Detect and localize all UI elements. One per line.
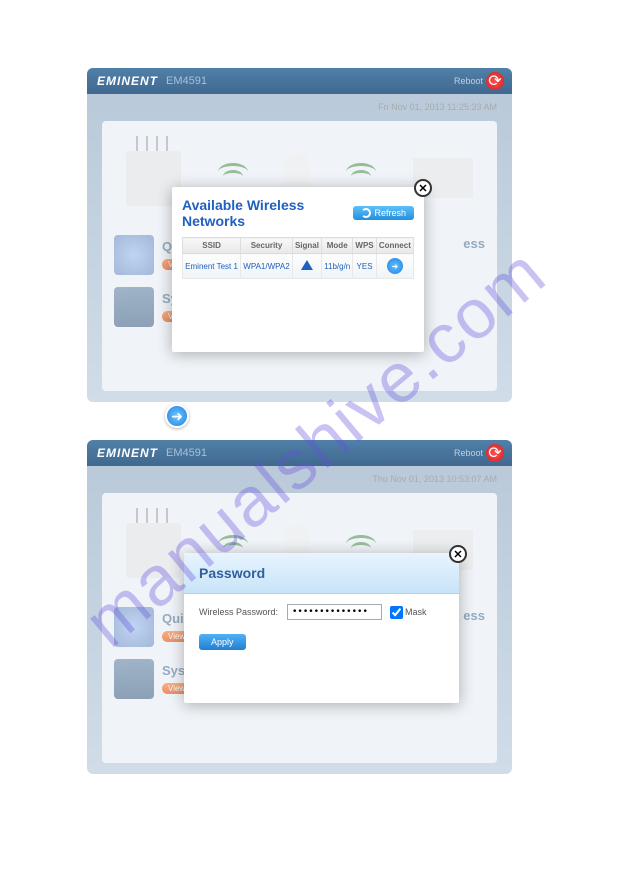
refresh-label: Refresh: [374, 208, 406, 218]
quick-tile[interactable]: Quic View: [114, 607, 191, 647]
cell-security: WPA1/WPA2: [241, 254, 293, 279]
mask-checkbox-label[interactable]: Mask: [390, 606, 427, 619]
header-ssid: SSID: [183, 238, 241, 254]
mask-label: Mask: [405, 607, 427, 617]
monitor-icon: [114, 659, 154, 699]
modal-header: Available Wireless Networks Refresh: [182, 197, 414, 229]
password-input[interactable]: [287, 604, 382, 620]
apply-button[interactable]: Apply: [199, 634, 246, 650]
wireless-label: ess: [463, 608, 485, 623]
reboot-label: Reboot: [454, 76, 483, 86]
header-mode: Mode: [322, 238, 353, 254]
window-header: EMINENT EM4591 Reboot ⟳: [87, 68, 512, 94]
password-row: Wireless Password: Mask: [199, 604, 444, 620]
apply-label: Apply: [211, 637, 234, 647]
cell-wps: YES: [353, 254, 376, 279]
password-label: Wireless Password:: [199, 607, 279, 617]
cell-ssid: Eminent Test 1: [183, 254, 241, 279]
modal-title: Password: [184, 553, 459, 594]
date-label: Thu Nov 01, 2013 10:53:07 AM: [87, 466, 512, 488]
header-connect: Connect: [376, 238, 413, 254]
gear-icon: [114, 235, 154, 275]
cell-signal: [292, 254, 321, 279]
cell-connect: ➜: [376, 254, 413, 279]
networks-table: SSID Security Signal Mode WPS Connect Em…: [182, 237, 414, 279]
window-header: EMINENT EM4591 Reboot ⟳: [87, 440, 512, 466]
monitor-icon: [114, 287, 154, 327]
model-label: EM4591: [166, 447, 207, 459]
cell-mode: 11b/g/n: [322, 254, 353, 279]
connect-button[interactable]: ➜: [387, 258, 403, 274]
reboot-area: Reboot ⟳: [454, 444, 504, 462]
gear-icon: [114, 607, 154, 647]
mask-checkbox[interactable]: [390, 606, 403, 619]
close-button[interactable]: ✕: [449, 545, 467, 563]
header-wps: WPS: [353, 238, 376, 254]
reboot-button[interactable]: ⟳: [486, 72, 504, 90]
reboot-button[interactable]: ⟳: [486, 444, 504, 462]
router-icon: [126, 523, 181, 578]
password-modal: ✕ Password Wireless Password: Mask Apply: [184, 553, 459, 703]
header-signal: Signal: [292, 238, 321, 254]
reboot-area: Reboot ⟳: [454, 72, 504, 90]
brand-logo: EMINENT: [97, 446, 158, 460]
close-button[interactable]: ✕: [414, 179, 432, 197]
signal-icon: [301, 260, 313, 270]
system-tile[interactable]: Syst View: [114, 659, 191, 699]
refresh-button[interactable]: Refresh: [353, 206, 414, 220]
refresh-icon: [361, 208, 371, 218]
step-arrow-icon: ➜: [165, 404, 189, 428]
wireless-networks-modal: ✕ Available Wireless Networks Refresh SS…: [172, 187, 424, 352]
wireless-label: ess: [463, 236, 485, 251]
modal-title: Available Wireless Networks: [182, 197, 353, 229]
date-label: Fri Nov 01, 2013 11:25:33 AM: [87, 94, 512, 116]
brand-logo: EMINENT: [97, 74, 158, 88]
modal-body: Wireless Password: Mask Apply: [184, 594, 459, 660]
table-row: Eminent Test 1 WPA1/WPA2 11b/g/n YES ➜: [183, 254, 414, 279]
model-label: EM4591: [166, 75, 207, 87]
reboot-label: Reboot: [454, 448, 483, 458]
header-security: Security: [241, 238, 293, 254]
table-header-row: SSID Security Signal Mode WPS Connect: [183, 238, 414, 254]
